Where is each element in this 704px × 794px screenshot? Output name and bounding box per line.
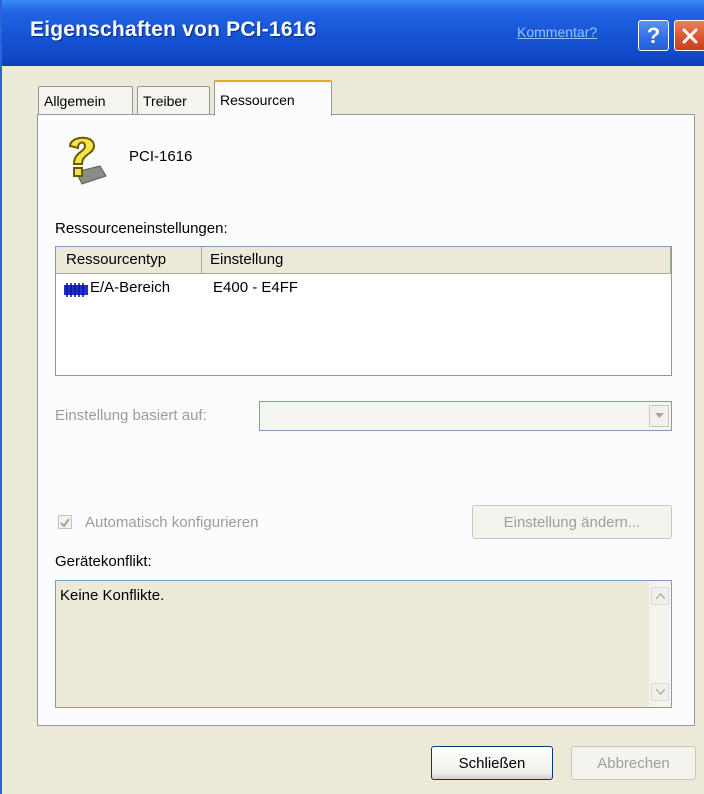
tab-treiber[interactable]: Treiber (137, 86, 210, 114)
device-name: PCI-1616 (129, 148, 193, 165)
resource-list[interactable]: Ressourcentyp Einstellung E/A-Bereich E4… (55, 246, 672, 376)
tab-allgemein[interactable]: Allgemein (38, 86, 133, 114)
auto-config-label: Automatisch konfigurieren (85, 514, 259, 531)
io-range-icon (64, 283, 88, 297)
close-icon (682, 28, 698, 43)
scroll-up-button[interactable] (651, 587, 669, 605)
scroll-down-button[interactable] (651, 683, 669, 701)
conflict-text: Keine Konflikte. (60, 587, 165, 604)
device-conflict-label: Gerätekonflikt: (55, 553, 152, 570)
chevron-down-icon (655, 689, 665, 695)
close-button[interactable]: Schließen (431, 746, 553, 780)
cancel-button[interactable]: Abbrechen (571, 746, 696, 780)
unknown-device-question-icon (68, 136, 107, 185)
close-window-button[interactable] (674, 20, 704, 51)
help-button[interactable]: ? (638, 20, 669, 51)
dropdown-arrow-button[interactable] (649, 405, 669, 427)
device-conflict-textbox[interactable]: Keine Konflikte. (55, 580, 672, 708)
chevron-up-icon (655, 593, 665, 599)
help-icon: ? (646, 22, 661, 48)
list-item-type[interactable]: E/A-Bereich (90, 279, 170, 296)
tab-ressourcen[interactable]: Ressourcen (214, 80, 332, 116)
list-header: Ressourcentyp Einstellung (56, 247, 671, 274)
window-title: Eigenschaften von PCI-1616 (30, 18, 317, 41)
chevron-down-icon (654, 413, 664, 418)
conflict-scrollbar[interactable] (649, 581, 671, 707)
based-on-label: Einstellung basiert auf: (55, 407, 207, 424)
change-setting-button[interactable]: Einstellung ändern... (472, 505, 672, 539)
column-header-resourcetype[interactable]: Ressourcentyp (56, 247, 202, 273)
kommentar-link[interactable]: Kommentar? (517, 24, 597, 40)
checkmark-icon (60, 518, 70, 528)
resource-settings-label: Ressourceneinstellungen: (55, 220, 228, 237)
column-header-setting[interactable]: Einstellung (202, 247, 671, 273)
title-bar[interactable]: Eigenschaften von PCI-1616 Kommentar? ? (2, 0, 704, 66)
properties-dialog: Eigenschaften von PCI-1616 Kommentar? ? … (0, 0, 704, 794)
auto-config-checkbox[interactable] (58, 515, 72, 529)
list-item-setting[interactable]: E400 - E4FF (213, 279, 298, 296)
based-on-dropdown[interactable] (259, 401, 672, 431)
